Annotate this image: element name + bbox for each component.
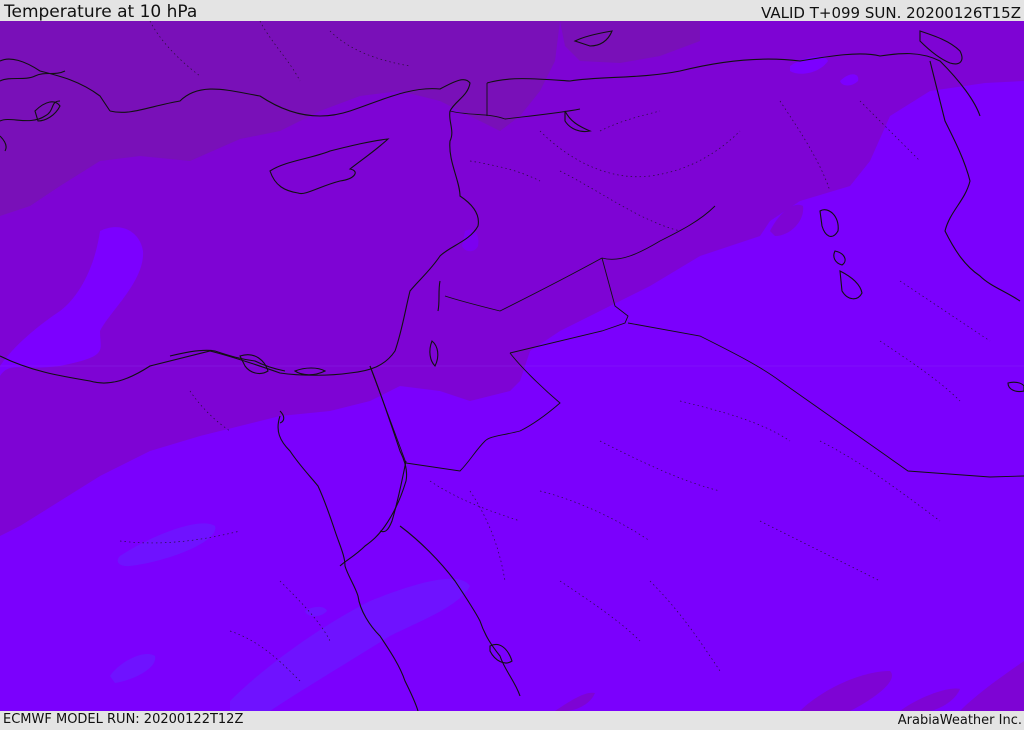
valid-time: VALID T+099 SUN. 20200126T15Z — [761, 4, 1021, 22]
weather-map — [0, 21, 1024, 711]
map-footer: ECMWF MODEL RUN: 20200122T12Z ArabiaWeat… — [0, 711, 1024, 729]
map-title: Temperature at 10 hPa — [4, 2, 198, 22]
map-svg — [0, 21, 1024, 711]
map-header: Temperature at 10 hPa VALID T+099 SUN. 2… — [0, 0, 1024, 22]
model-run: ECMWF MODEL RUN: 20200122T12Z — [3, 712, 244, 727]
credit: ArabiaWeather Inc. — [897, 713, 1022, 728]
